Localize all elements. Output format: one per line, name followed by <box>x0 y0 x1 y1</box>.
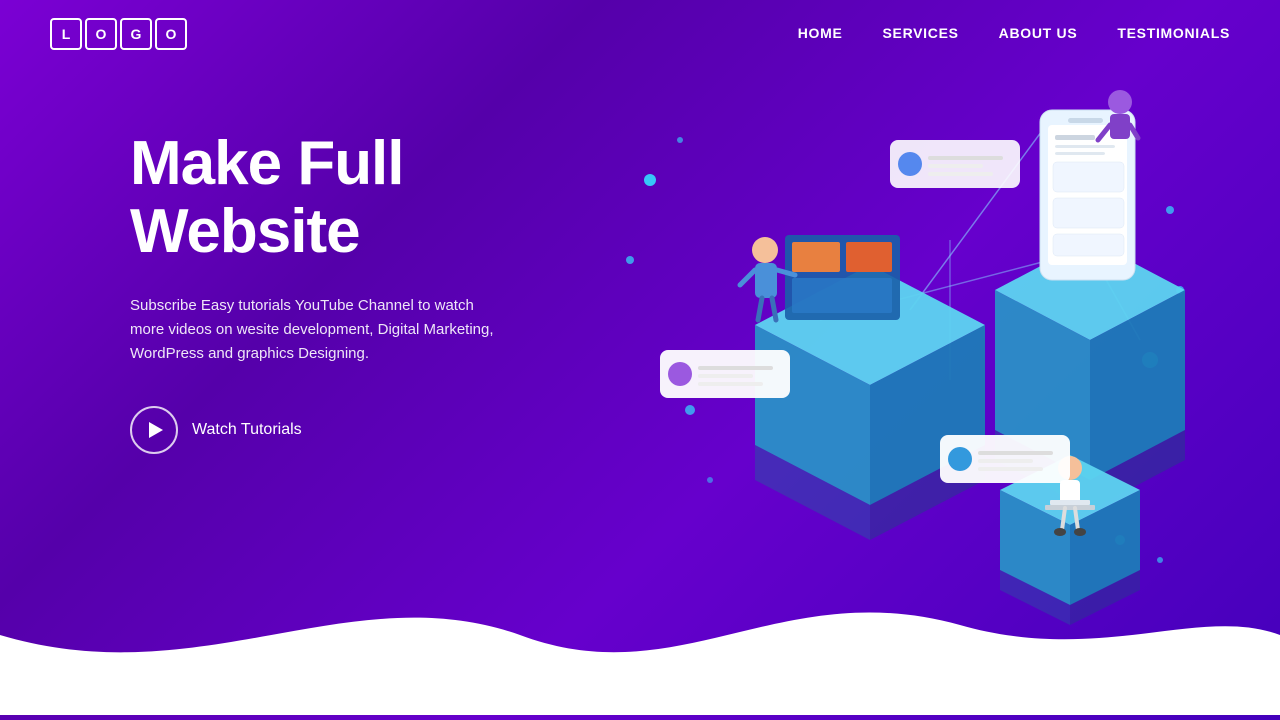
logo-g: G <box>120 18 152 50</box>
hero-section: L O G O HOME SERVICES ABOUT US TESTIMONI… <box>0 0 1280 720</box>
play-triangle-icon <box>149 422 163 438</box>
nav-links: HOME SERVICES ABOUT US TESTIMONIALS <box>798 25 1230 43</box>
nav-link-home[interactable]: HOME <box>798 25 843 41</box>
illustration-svg <box>600 60 1220 640</box>
navbar: L O G O HOME SERVICES ABOUT US TESTIMONI… <box>0 0 1280 68</box>
nav-link-testimonials[interactable]: TESTIMONIALS <box>1117 25 1230 41</box>
nav-link-services[interactable]: SERVICES <box>883 25 959 41</box>
nav-item-home[interactable]: HOME <box>798 25 843 43</box>
watch-tutorials-button[interactable]: Watch Tutorials <box>130 406 302 454</box>
hero-subtitle: Subscribe Easy tutorials YouTube Channel… <box>130 294 510 366</box>
nav-item-services[interactable]: SERVICES <box>883 25 959 43</box>
logo-l: L <box>50 18 82 50</box>
play-circle-icon <box>130 406 178 454</box>
hero-title: Make Full Website <box>130 130 630 266</box>
nav-item-testimonials[interactable]: TESTIMONIALS <box>1117 25 1230 43</box>
logo: L O G O <box>50 18 187 50</box>
watch-tutorials-label: Watch Tutorials <box>192 421 302 439</box>
hero-illustration <box>600 60 1220 640</box>
hero-content: Make Full Website Subscribe Easy tutoria… <box>130 130 630 454</box>
logo-o1: O <box>85 18 117 50</box>
logo-o2: O <box>155 18 187 50</box>
nav-item-about[interactable]: ABOUT US <box>999 25 1078 43</box>
nav-link-about[interactable]: ABOUT US <box>999 25 1078 41</box>
